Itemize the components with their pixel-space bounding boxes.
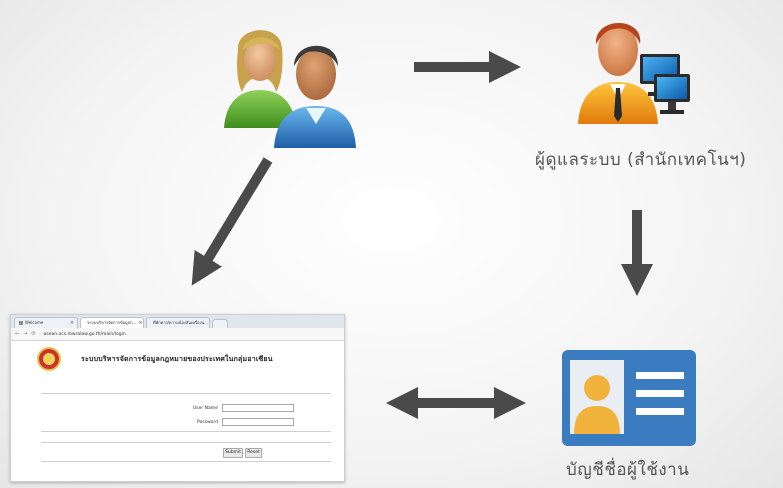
browser-tab[interactable]: Welcome × [14,317,78,328]
browser-tab-label: ที่พักคาง/ความน้องสั่นเครื่องน... [153,320,209,325]
admin-computer-icon [578,23,690,124]
id-card-icon [562,350,696,446]
new-tab-button[interactable] [212,319,228,328]
arrow-users-to-browser [191,157,273,286]
browser-tab-label: ระบบบริหารจัดการข้อมูลก... [87,320,137,325]
browser-tab[interactable]: ที่พักคาง/ความน้องสั่นเครื่องน... × [146,317,210,328]
asean-logo-icon [37,347,61,371]
forward-icon[interactable]: → [23,331,27,337]
username-row: User Name [193,404,294,412]
browser-tab-bar: Welcome × ระบบบริหารจัดการข้อมูลก... × ท… [11,315,344,328]
password-label: Password [197,419,219,425]
close-icon[interactable]: × [70,318,74,328]
password-input[interactable] [222,418,295,426]
url-field[interactable]: asean.ocs.mwralaw.go.th/main/login [44,332,126,337]
admin-caption: ผู้ดูแลระบบ (สำนักเทคโนฯ) [535,150,747,170]
reset-button[interactable]: Reset [245,448,262,458]
reload-icon[interactable]: ⟳ [31,331,35,337]
username-input[interactable] [221,404,294,412]
back-icon[interactable]: ← [15,331,19,337]
users-icon [224,30,356,148]
browser-screenshot: Welcome × ระบบบริหารจัดการข้อมูลก... × ท… [10,314,345,482]
address-bar: ← → ⟳ asean.ocs.mwralaw.go.th/main/login [11,328,344,341]
close-icon[interactable]: × [138,318,142,328]
account-caption: บัญชีชื่อผู้ใช้งาน [566,460,690,480]
browser-tab[interactable]: ระบบบริหารจัดการข้อมูลก... × [80,317,144,328]
password-row: Password [197,418,295,426]
divider [41,393,331,394]
divider [41,442,331,443]
submit-button[interactable]: Submit [223,448,243,458]
page-title: ระบบบริหารจัดการข้อมูลกฎหมายของประเทศในก… [81,354,273,363]
page-header: ระบบบริหารจัดการข้อมูลกฎหมายของประเทศในก… [11,341,344,371]
divider [41,461,331,462]
username-label: User Name [193,405,218,411]
favicon-icon [19,321,23,325]
divider [41,431,331,432]
browser-tab-label: Welcome [25,320,44,325]
